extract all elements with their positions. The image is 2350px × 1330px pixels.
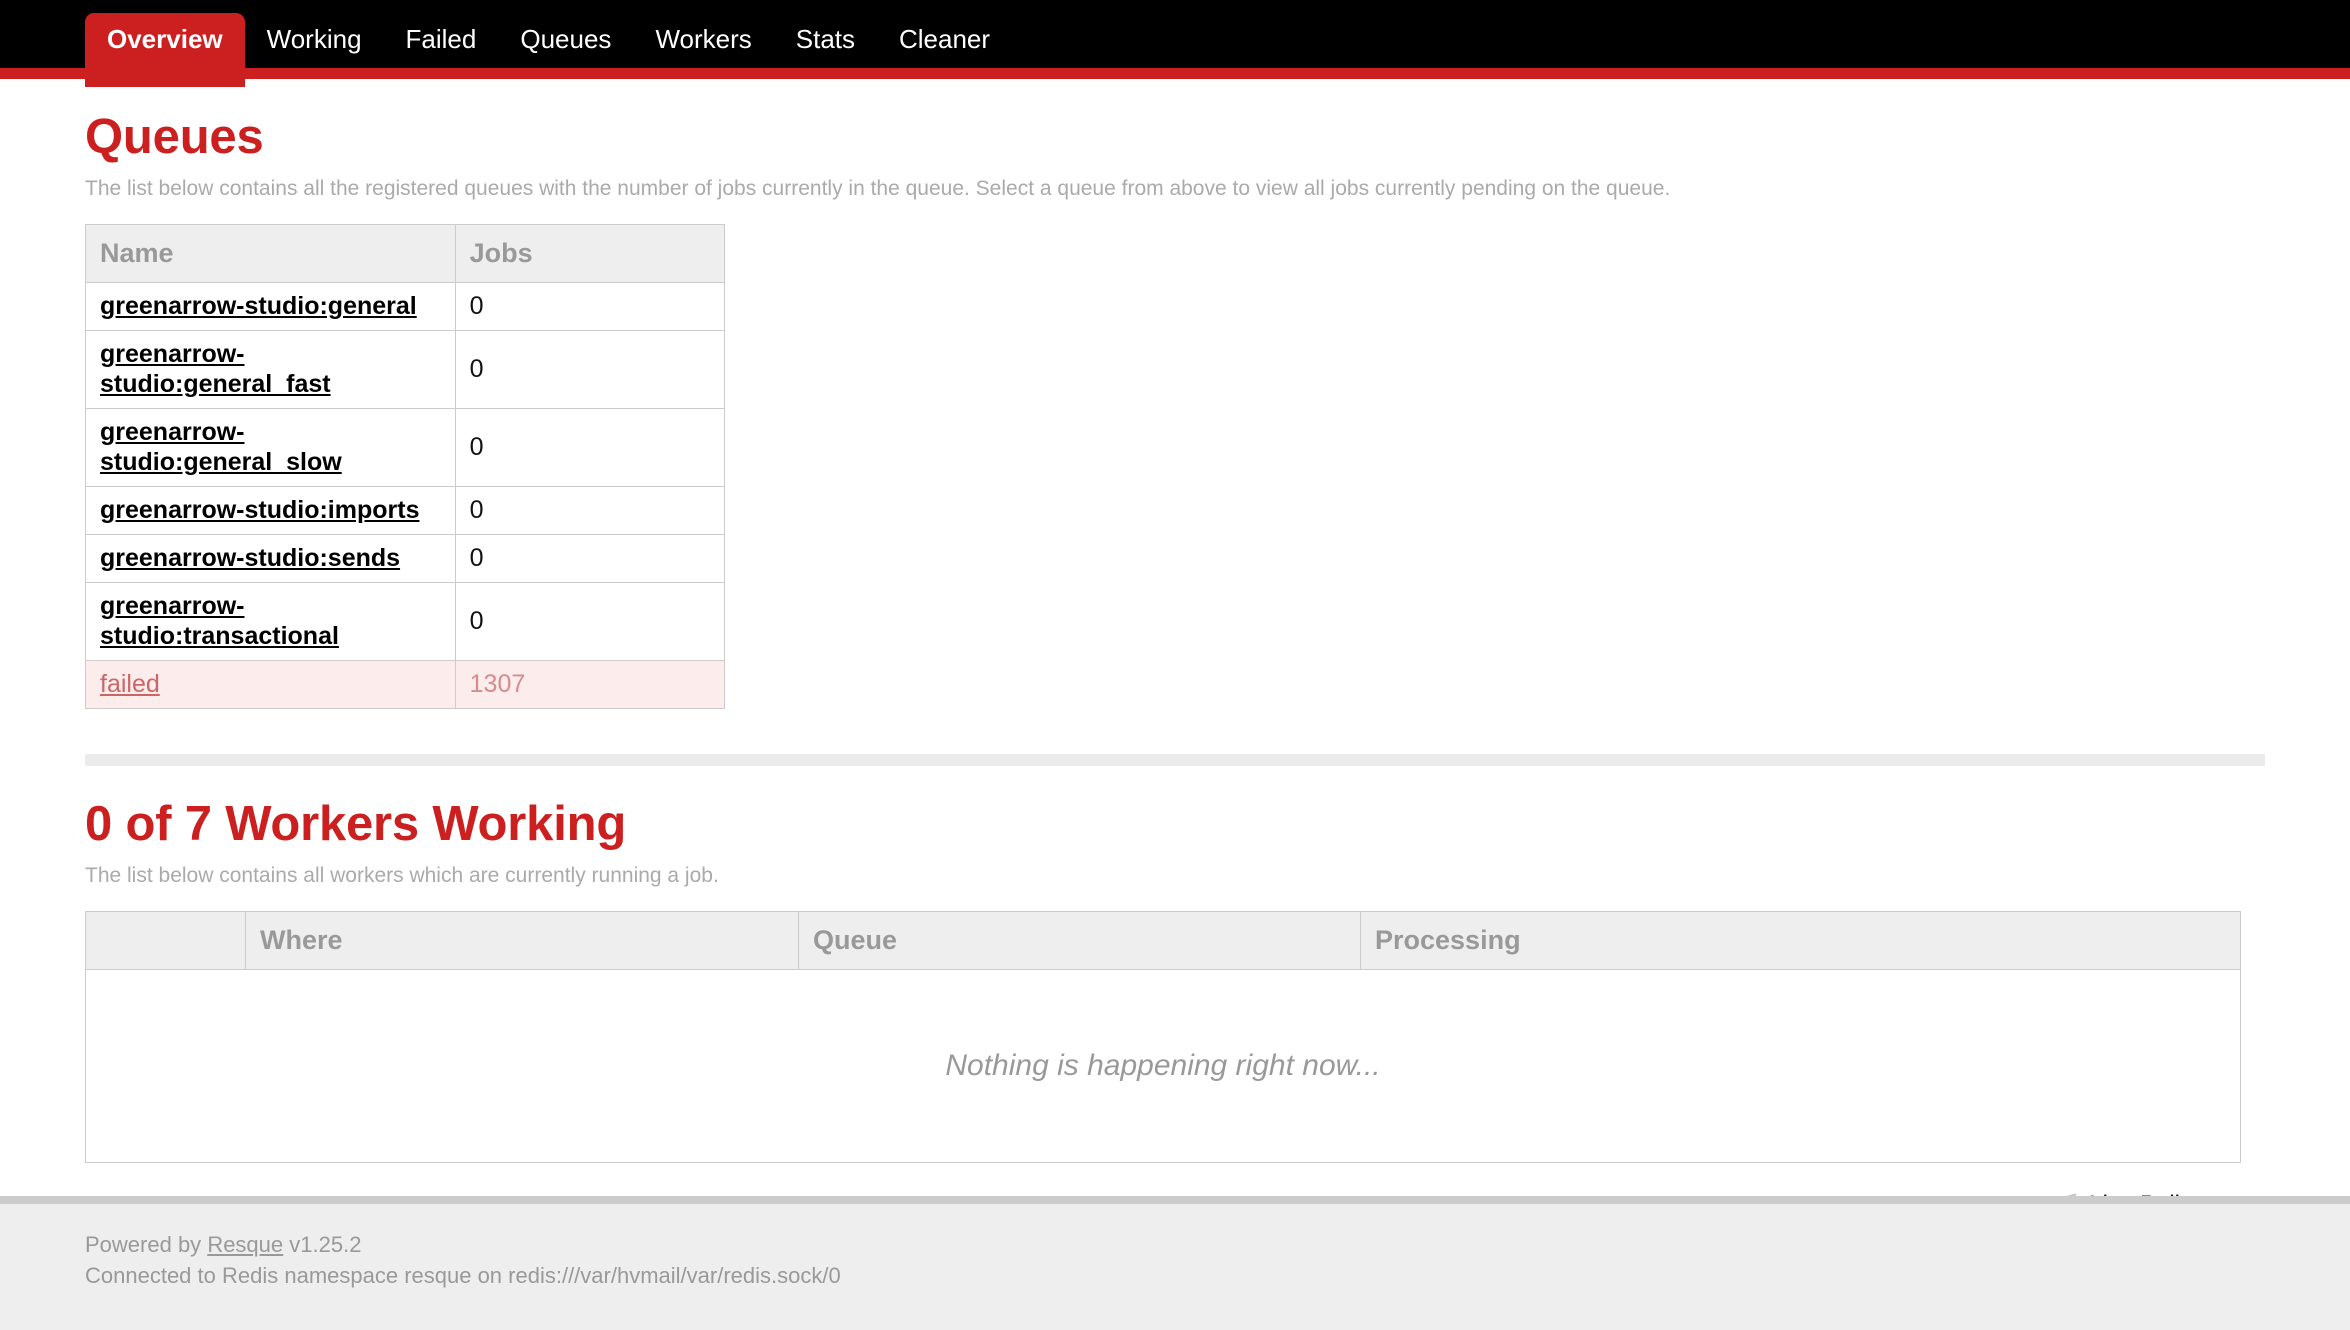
workers-section: 0 of 7 Workers Working The list below co… xyxy=(0,795,2350,1219)
nav-tab-failed[interactable]: Failed xyxy=(384,13,499,66)
table-row: failed 1307 xyxy=(85,660,726,709)
table-row: greenarrow-studio:imports 0 xyxy=(85,486,726,535)
workers-table-header-row: Where Queue Processing xyxy=(85,911,2241,970)
workers-page-title: 0 of 7 Workers Working xyxy=(85,797,627,851)
page-footer: Powered by Resque v1.25.2 Connected to R… xyxy=(0,1196,2350,1330)
queue-name-cell: failed xyxy=(85,660,456,709)
queue-link[interactable]: greenarrow-studio:imports xyxy=(100,496,419,524)
queues-page-title: Queues xyxy=(85,110,264,164)
queue-jobs-cell: 0 xyxy=(454,408,726,487)
main-navigation: Overview Working Failed Queues Workers Stats C… xyxy=(85,0,1012,87)
queue-name-cell: greenarrow-studio:imports xyxy=(85,486,456,535)
queue-name-cell: greenarrow-studio:transactional xyxy=(85,582,456,661)
workers-description: The list below contains all workers whic… xyxy=(85,864,719,887)
table-row: greenarrow-studio:sends 0 xyxy=(85,534,726,583)
queue-name-cell: greenarrow-studio:general_fast xyxy=(85,330,456,409)
footer-connection-line: Connected to Redis namespace resque on r… xyxy=(85,1263,841,1288)
queue-link[interactable]: greenarrow-studio:general_slow xyxy=(100,418,342,476)
queue-link[interactable]: greenarrow-studio:general xyxy=(100,292,417,320)
queues-description: The list below contains all the register… xyxy=(85,177,1671,200)
queue-link[interactable]: greenarrow-studio:general_fast xyxy=(100,340,331,398)
table-row: greenarrow-studio:general_fast 0 xyxy=(85,330,726,409)
workers-column-header-where: Where xyxy=(245,911,799,970)
queue-jobs-cell: 0 xyxy=(454,486,726,535)
footer-powered-line: Powered by Resque v1.25.2 xyxy=(0,1204,2350,1260)
queues-column-header-name: Name xyxy=(85,224,456,283)
footer-powered-prefix: Powered by xyxy=(85,1232,202,1257)
queues-table-header-row: Name Jobs xyxy=(85,224,726,283)
nav-tab-overview[interactable]: Overview xyxy=(85,13,245,87)
queue-jobs-cell: 0 xyxy=(454,330,726,409)
queue-name-cell: greenarrow-studio:general xyxy=(85,282,456,331)
workers-column-header-blank xyxy=(85,911,246,970)
queue-link[interactable]: failed xyxy=(100,670,160,698)
workers-column-header-queue: Queue xyxy=(798,911,1361,970)
queues-table-body: greenarrow-studio:general 0 greenarrow-stu… xyxy=(85,282,726,709)
workers-column-header-processing: Processing xyxy=(1360,911,2241,970)
queue-link[interactable]: greenarrow-studio:sends xyxy=(100,544,400,572)
workers-table-body: Nothing is happening right now... xyxy=(85,969,2241,1163)
table-row: greenarrow-studio:general 0 xyxy=(85,282,726,331)
workers-empty-row: Nothing is happening right now... xyxy=(85,969,2241,1163)
table-row: greenarrow-studio:general_slow 0 xyxy=(85,408,726,487)
workers-empty-message: Nothing is happening right now... xyxy=(85,969,2241,1163)
queue-jobs-cell: 0 xyxy=(454,534,726,583)
queue-name-cell: greenarrow-studio:general_slow xyxy=(85,408,456,487)
queue-jobs-cell: 0 xyxy=(454,582,726,661)
workers-table: Where Queue Processing Nothing is happen… xyxy=(85,911,2241,1163)
queues-section: Queues The list below contains all the r… xyxy=(0,108,2350,766)
queue-name-cell: greenarrow-studio:sends xyxy=(85,534,456,583)
footer-version: v1.25.2 xyxy=(289,1232,362,1257)
resque-link[interactable]: Resque xyxy=(207,1232,283,1257)
nav-tab-cleaner[interactable]: Cleaner xyxy=(877,13,1012,66)
queues-table: Name Jobs greenarrow-studio:general 0 gree… xyxy=(85,224,726,709)
section-divider xyxy=(85,754,2265,766)
nav-tab-workers[interactable]: Workers xyxy=(633,13,773,66)
nav-tab-stats[interactable]: Stats xyxy=(774,13,877,66)
nav-tab-queues[interactable]: Queues xyxy=(498,13,633,66)
queue-link[interactable]: greenarrow-studio:transactional xyxy=(100,592,339,650)
page-content: Queues The list below contains all the r… xyxy=(0,79,2350,1219)
table-row: greenarrow-studio:transactional 0 xyxy=(85,582,726,661)
queues-column-header-jobs: Jobs xyxy=(454,224,726,283)
queue-jobs-cell: 0 xyxy=(454,282,726,331)
nav-tab-working[interactable]: Working xyxy=(245,13,384,66)
queue-jobs-cell: 1307 xyxy=(454,660,726,709)
